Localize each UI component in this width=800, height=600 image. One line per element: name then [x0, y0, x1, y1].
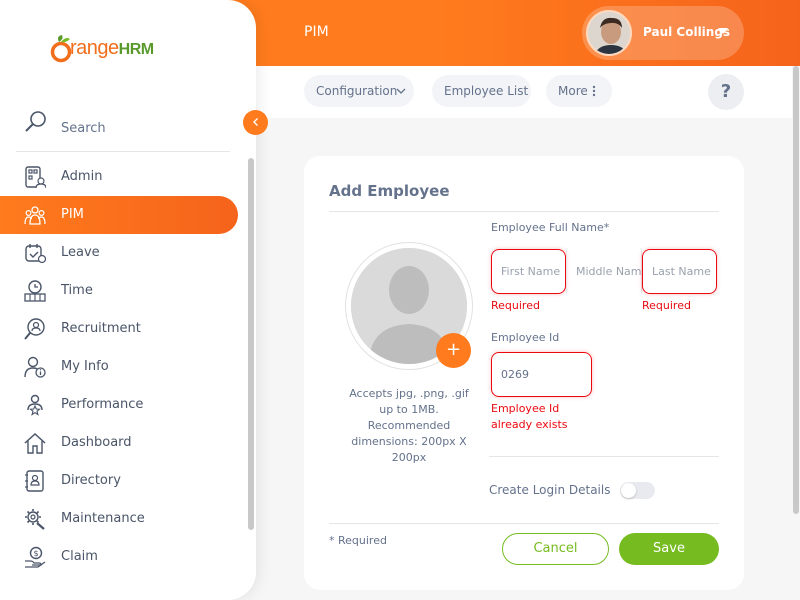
orange-logo-icon [50, 35, 72, 63]
footer-divider [329, 523, 719, 524]
caret-down-icon [718, 28, 728, 34]
sidebar-item-dashboard[interactable]: Dashboard [0, 424, 238, 462]
pim-icon [24, 206, 46, 225]
sidebar-item-claim[interactable]: $ Claim [0, 538, 238, 576]
sidebar-item-performance[interactable]: Performance [0, 386, 238, 424]
first-name-error: Required [491, 299, 540, 312]
last-name-input[interactable]: Last Name [642, 249, 717, 294]
page-title: Add Employee [329, 182, 450, 200]
user-avatar [586, 10, 632, 56]
performance-icon [27, 394, 43, 416]
sidebar-item-directory[interactable]: Directory [0, 462, 238, 500]
chevron-left-icon [252, 118, 258, 126]
sidebar-item-my-info[interactable]: My Info [0, 348, 238, 386]
logo-text-hrm: HRM [118, 41, 154, 58]
topnav-more-label: More [558, 84, 588, 98]
orangehrm-logo: rangeHRM [50, 32, 190, 68]
sidebar-item-time[interactable]: Time [0, 272, 238, 310]
sidebar-collapse-button[interactable] [243, 110, 268, 135]
topnav-employee-list[interactable]: Employee List [432, 75, 531, 107]
employee-id-input[interactable]: 0269 [491, 352, 592, 397]
sidebar-item-label: Directory [61, 473, 121, 488]
search-icon [25, 111, 46, 132]
sidebar-scrollbar[interactable] [248, 158, 254, 530]
employee-id-error: Employee Id already exists [491, 402, 568, 431]
sidebar-item-label: Dashboard [61, 435, 132, 450]
add-photo-button[interactable]: + [436, 333, 471, 368]
create-login-label: Create Login Details [489, 483, 611, 497]
title-divider [329, 211, 719, 212]
leave-icon [25, 244, 46, 264]
form-divider [489, 456, 719, 457]
sidebar-item-label: Maintenance [61, 511, 145, 526]
chevron-down-icon [396, 88, 406, 94]
sidebar-item-label: Claim [61, 549, 98, 564]
sidebar-item-maintenance[interactable]: Maintenance [0, 500, 238, 538]
toggle-knob [621, 483, 636, 498]
sidebar-item-label: PIM [61, 207, 84, 222]
sidebar-item-label: Leave [61, 245, 100, 260]
sidebar-item-label: Recruitment [61, 321, 141, 336]
logo-wordmark: rangeHRM [70, 37, 154, 60]
time-icon [24, 280, 46, 302]
save-button[interactable]: Save [619, 533, 719, 565]
user-menu[interactable]: Paul Collings [582, 6, 744, 60]
add-employee-card: Add Employee + Accepts jpg, .png, .gif u… [304, 156, 744, 590]
first-name-input[interactable]: First Name [491, 249, 566, 294]
full-name-label: Employee Full Name* [491, 221, 610, 234]
sidebar-item-label: My Info [61, 359, 109, 374]
my-info-icon [24, 356, 46, 378]
topnav-more[interactable]: More [546, 75, 612, 107]
create-login-toggle[interactable] [620, 482, 655, 499]
sidebar-search[interactable]: Search [16, 108, 230, 152]
maintenance-icon [25, 509, 45, 530]
sidebar-item-label: Time [61, 283, 93, 298]
logo-text-orange: range [70, 37, 119, 59]
more-dots-icon [592, 85, 596, 97]
claim-icon: $ [25, 546, 46, 568]
sidebar-item-label: Performance [61, 397, 144, 412]
cancel-button[interactable]: Cancel [502, 533, 609, 565]
topnav-configuration[interactable]: Configuration [304, 75, 414, 107]
last-name-error: Required [642, 299, 691, 312]
photo-hint: Accepts jpg, .png, .gif up to 1MB. Recom… [349, 387, 469, 464]
topnav-configuration-label: Configuration [316, 84, 398, 98]
sidebar-item-admin[interactable]: Admin [0, 158, 238, 196]
employee-id-label: Employee Id [491, 331, 560, 344]
search-label: Search [61, 121, 106, 136]
recruitment-icon [24, 318, 45, 340]
sidebar: rangeHRM Search Admin PIM Leave Time Rec… [0, 0, 256, 600]
module-title: PIM [304, 24, 329, 40]
directory-icon [25, 470, 44, 492]
help-button[interactable]: ? [708, 74, 744, 110]
sidebar-item-pim[interactable]: PIM [0, 196, 238, 234]
topnav-employee-list-label: Employee List [444, 84, 529, 98]
page-scrollbar[interactable] [793, 66, 799, 514]
admin-icon [25, 166, 46, 188]
sidebar-item-label: Admin [61, 169, 103, 184]
middle-name-input[interactable]: Middle Name [566, 249, 642, 294]
required-note: * Required [329, 534, 387, 547]
sidebar-item-leave[interactable]: Leave [0, 234, 238, 272]
sidebar-item-recruitment[interactable]: Recruitment [0, 310, 238, 348]
dashboard-icon [24, 432, 46, 454]
svg-text:$: $ [33, 549, 38, 558]
